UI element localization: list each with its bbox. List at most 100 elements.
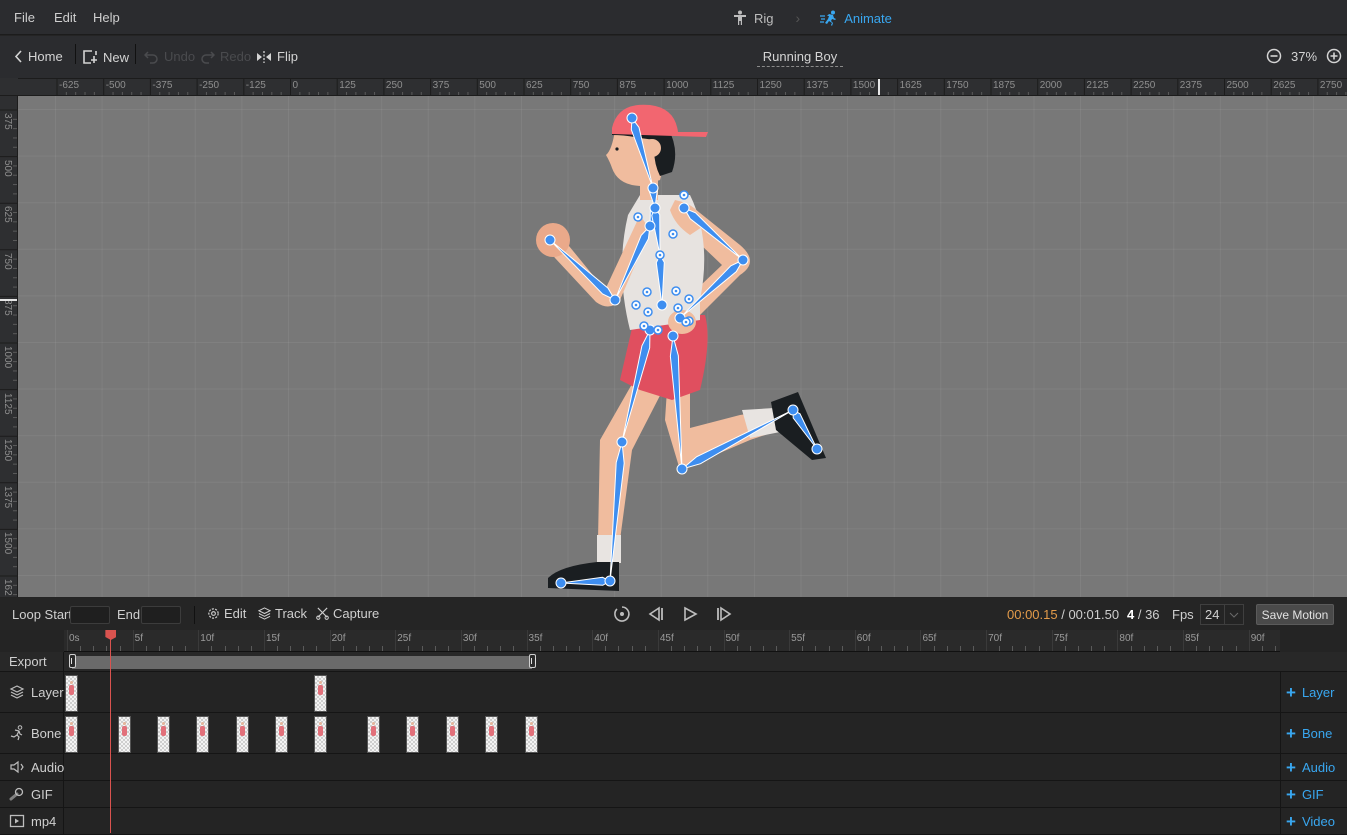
menu-file[interactable]: File [14, 10, 35, 25]
joint-handle[interactable] [787, 404, 799, 416]
loop-replay-icon[interactable] [613, 605, 631, 623]
loop-start-input[interactable] [70, 606, 110, 624]
frame-tick [565, 646, 567, 651]
track-body[interactable] [64, 754, 1280, 780]
home-button[interactable]: Home [14, 49, 63, 64]
ruler-label: 875 [619, 80, 637, 91]
loop-end-input[interactable] [141, 606, 181, 624]
frame-label: 45f [659, 633, 674, 644]
character-rig[interactable] [18, 96, 1347, 597]
save-motion-button[interactable]: Save Motion [1256, 604, 1334, 625]
frame-tick [972, 646, 974, 651]
redo-button[interactable]: Redo [200, 49, 251, 64]
mode-animate[interactable]: Animate [820, 10, 892, 26]
joint-handle[interactable] [678, 202, 690, 214]
undo-button[interactable]: Undo [144, 49, 195, 64]
ruler-label: 1500 [2, 532, 13, 555]
stage-canvas[interactable] [18, 96, 1347, 597]
joint-handle[interactable] [609, 294, 621, 306]
add-video-button[interactable]: + Video [1280, 808, 1347, 834]
keyframe-thumbnail[interactable] [196, 716, 210, 753]
document-title[interactable]: Running Boy [757, 49, 843, 67]
play-icon[interactable] [681, 605, 699, 623]
ruler-label: 2500 [1226, 80, 1249, 91]
video-play-icon [9, 813, 25, 829]
running-icon [820, 10, 837, 26]
ruler-label: 2625 [1273, 80, 1296, 91]
frame-tick [250, 646, 252, 651]
frame-label: 60f [856, 633, 871, 644]
keyframe-thumbnail[interactable] [65, 675, 78, 712]
joint-handle[interactable] [626, 112, 638, 124]
export-end-handle[interactable] [528, 654, 536, 668]
track-body[interactable] [64, 808, 1280, 834]
bone[interactable] [549, 239, 617, 302]
joint-handle[interactable] [544, 234, 556, 246]
joint-handle[interactable] [644, 220, 656, 232]
frame-tick [710, 646, 712, 651]
menu-help[interactable]: Help [93, 10, 120, 25]
frame-tick [657, 630, 659, 651]
joint-handle[interactable] [649, 202, 661, 214]
timeline: 0s 5f 10f 15f 20f 25f 30f 35f 40f 45f 50f 55f 60f 65f… [0, 630, 1347, 835]
joint-handle[interactable] [676, 463, 688, 475]
divider [194, 606, 195, 624]
frame-tick [762, 646, 764, 651]
keyframe-thumbnail[interactable] [366, 716, 380, 753]
zoom-out-icon[interactable] [1266, 48, 1282, 64]
keyframe-thumbnail[interactable] [445, 716, 459, 753]
frame-tick [1183, 630, 1185, 651]
joint-handle[interactable] [616, 436, 628, 448]
next-frame-icon[interactable] [715, 605, 733, 623]
frame-tick [198, 630, 200, 651]
capture-button[interactable]: Capture [316, 606, 379, 621]
zoom-in-icon[interactable] [1326, 48, 1342, 64]
joint-handle[interactable] [667, 330, 679, 342]
plus-icon: + [1286, 723, 1296, 743]
menu-edit[interactable]: Edit [54, 10, 76, 25]
keyframe-thumbnail[interactable] [275, 716, 289, 753]
previous-frame-icon[interactable] [647, 605, 665, 623]
joint-handle[interactable] [737, 254, 749, 266]
keyframe-pose [410, 722, 416, 736]
mode-rig[interactable]: Rig [732, 10, 774, 26]
frame-tick [1064, 646, 1066, 651]
ruler-label: 500 [2, 159, 13, 177]
frame-label: 65f [922, 633, 937, 644]
keyframe-thumbnail[interactable] [65, 716, 78, 753]
export-range-bar[interactable] [72, 656, 532, 669]
track-body[interactable] [64, 713, 1280, 753]
frame-ruler[interactable]: 0s 5f 10f 15f 20f 25f 30f 35f 40f 45f 50f 55f 60f 65f… [64, 630, 1280, 652]
track-body[interactable] [64, 672, 1280, 712]
fps-value: 24 [1201, 605, 1225, 624]
track-row-mp4: mp4 + Video [0, 808, 1347, 835]
keyframe-thumbnail[interactable] [406, 716, 420, 753]
keyframe-thumbnail[interactable] [235, 716, 249, 753]
joint-handle[interactable] [811, 443, 823, 455]
track-button[interactable]: Track [258, 606, 307, 621]
frame-tick [500, 646, 502, 651]
keyframe-thumbnail[interactable] [314, 716, 328, 753]
keyframe-thumbnail[interactable] [524, 716, 538, 753]
playhead[interactable] [110, 630, 112, 833]
add-bone-button[interactable]: + Bone [1280, 713, 1347, 753]
keyframe-thumbnail[interactable] [485, 716, 499, 753]
joint-handle[interactable] [604, 575, 616, 587]
track-body[interactable] [64, 781, 1280, 807]
add-gif-button[interactable]: + GIF [1280, 781, 1347, 807]
keyframe-thumbnail[interactable] [117, 716, 131, 753]
keyframe-thumbnail[interactable] [314, 675, 328, 712]
export-start-handle[interactable] [69, 654, 76, 668]
keyframe-thumbnail[interactable] [156, 716, 170, 753]
joint-handle[interactable] [647, 182, 659, 194]
joint-handle[interactable] [555, 577, 567, 589]
joint-handle[interactable] [656, 299, 668, 311]
edit-button[interactable]: Edit [207, 606, 246, 621]
new-button[interactable]: New [82, 49, 129, 65]
add-audio-button[interactable]: + Audio [1280, 754, 1347, 780]
flip-button[interactable]: Flip [256, 49, 298, 64]
fps-select[interactable]: 24 [1200, 604, 1244, 625]
pin-dot [684, 320, 688, 324]
add-layer-button[interactable]: + Layer [1280, 672, 1347, 712]
ruler-label: 0 [292, 80, 299, 91]
